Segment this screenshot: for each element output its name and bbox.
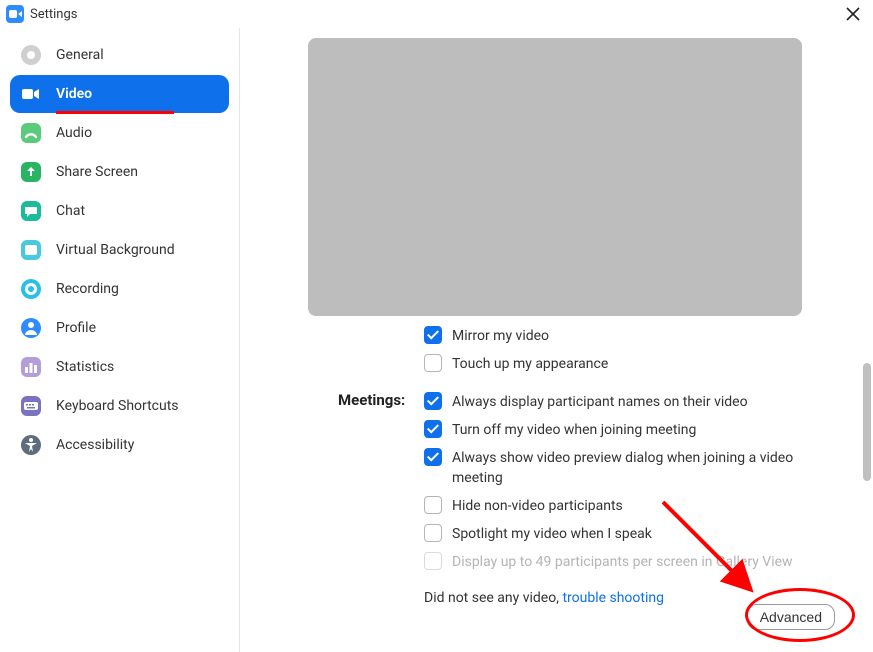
close-icon (846, 7, 860, 21)
checkbox-hide-nonvideo[interactable] (424, 496, 442, 514)
video-preview (308, 38, 802, 316)
checkbox-turn-off-video[interactable] (424, 420, 442, 438)
audio-icon (20, 122, 42, 144)
option-label: Display up to 49 participants per screen… (452, 552, 793, 572)
option-label: Spotlight my video when I speak (452, 524, 652, 544)
window-title: Settings (30, 7, 77, 22)
container: General Video Audio Share Screen (0, 28, 873, 652)
content: Mirror my video Touch up my appearance M… (240, 28, 873, 616)
sidebar-item-label: Audio (56, 125, 92, 141)
advanced-button[interactable]: Advanced (747, 604, 835, 630)
titlebar-left: Settings (6, 5, 77, 23)
sidebar-item-recording[interactable]: Recording (10, 270, 229, 308)
option-hide-nonvideo: Hide non-video participants (424, 496, 833, 516)
option-label: Turn off my video when joining meeting (452, 420, 696, 440)
scrollbar[interactable] (861, 28, 873, 652)
option-display-names: Always display participant names on thei… (424, 392, 833, 412)
profile-icon (20, 317, 42, 339)
option-label: Hide non-video participants (452, 496, 623, 516)
troubleshooting-link[interactable]: trouble shooting (562, 590, 664, 606)
keyboard-icon (20, 395, 42, 417)
sidebar-item-profile[interactable]: Profile (10, 309, 229, 347)
main-panel: Mirror my video Touch up my appearance M… (240, 28, 873, 652)
sidebar-item-label: Share Screen (56, 164, 138, 180)
checkbox-spotlight[interactable] (424, 524, 442, 542)
sidebar-item-video[interactable]: Video (10, 75, 229, 113)
virtual-background-icon (20, 239, 42, 261)
sidebar: General Video Audio Share Screen (0, 28, 240, 652)
sidebar-item-label: Statistics (56, 359, 114, 375)
recording-icon (20, 278, 42, 300)
help-row: Did not see any video, trouble shooting (424, 580, 833, 606)
sidebar-item-label: Accessibility (56, 437, 134, 453)
options-group-meetings: Always display participant names on thei… (260, 392, 833, 606)
option-label: Always show video preview dialog when jo… (452, 448, 833, 488)
option-gallery-49: Display up to 49 participants per screen… (424, 552, 833, 572)
option-spotlight: Spotlight my video when I speak (424, 524, 833, 544)
sidebar-item-audio[interactable]: Audio (10, 114, 229, 152)
scrollbar-thumb[interactable] (863, 363, 871, 481)
sidebar-item-virtual-background[interactable]: Virtual Background (10, 231, 229, 269)
video-icon (20, 83, 42, 105)
option-mirror-video: Mirror my video (424, 326, 833, 346)
statistics-icon (20, 356, 42, 378)
sidebar-item-label: Keyboard Shortcuts (56, 398, 179, 414)
titlebar: Settings (0, 0, 873, 28)
sidebar-item-chat[interactable]: Chat (10, 192, 229, 230)
option-label: Mirror my video (452, 326, 549, 346)
checkbox-touch-up[interactable] (424, 354, 442, 372)
sidebar-item-keyboard-shortcuts[interactable]: Keyboard Shortcuts (10, 387, 229, 425)
sidebar-item-general[interactable]: General (10, 36, 229, 74)
chat-icon (20, 200, 42, 222)
close-button[interactable] (843, 4, 863, 24)
sidebar-item-label: Video (56, 86, 92, 102)
zoom-app-icon (6, 5, 24, 23)
meetings-heading: Meetings: (338, 391, 405, 409)
checkbox-mirror-video[interactable] (424, 326, 442, 344)
checkbox-display-names[interactable] (424, 392, 442, 410)
option-label: Always display participant names on thei… (452, 392, 748, 412)
checkbox-show-preview[interactable] (424, 448, 442, 466)
options-group-camera: Mirror my video Touch up my appearance (260, 326, 833, 374)
sidebar-item-share-screen[interactable]: Share Screen (10, 153, 229, 191)
help-text: Did not see any video, (424, 590, 562, 606)
sidebar-item-label: Profile (56, 320, 96, 336)
sidebar-item-label: Chat (56, 203, 85, 219)
sidebar-item-accessibility[interactable]: Accessibility (10, 426, 229, 464)
checkbox-gallery-49 (424, 552, 442, 570)
gear-icon (20, 44, 42, 66)
option-touch-up: Touch up my appearance (424, 354, 833, 374)
meetings-section: Meetings: Always display participant nam… (260, 382, 833, 606)
sidebar-item-label: General (56, 47, 104, 63)
option-show-preview: Always show video preview dialog when jo… (424, 448, 833, 488)
sidebar-item-label: Recording (56, 281, 119, 297)
accessibility-icon (20, 434, 42, 456)
option-turn-off-video: Turn off my video when joining meeting (424, 420, 833, 440)
sidebar-item-statistics[interactable]: Statistics (10, 348, 229, 386)
option-label: Touch up my appearance (452, 354, 608, 374)
share-screen-icon (20, 161, 42, 183)
sidebar-item-label: Virtual Background (56, 242, 175, 258)
